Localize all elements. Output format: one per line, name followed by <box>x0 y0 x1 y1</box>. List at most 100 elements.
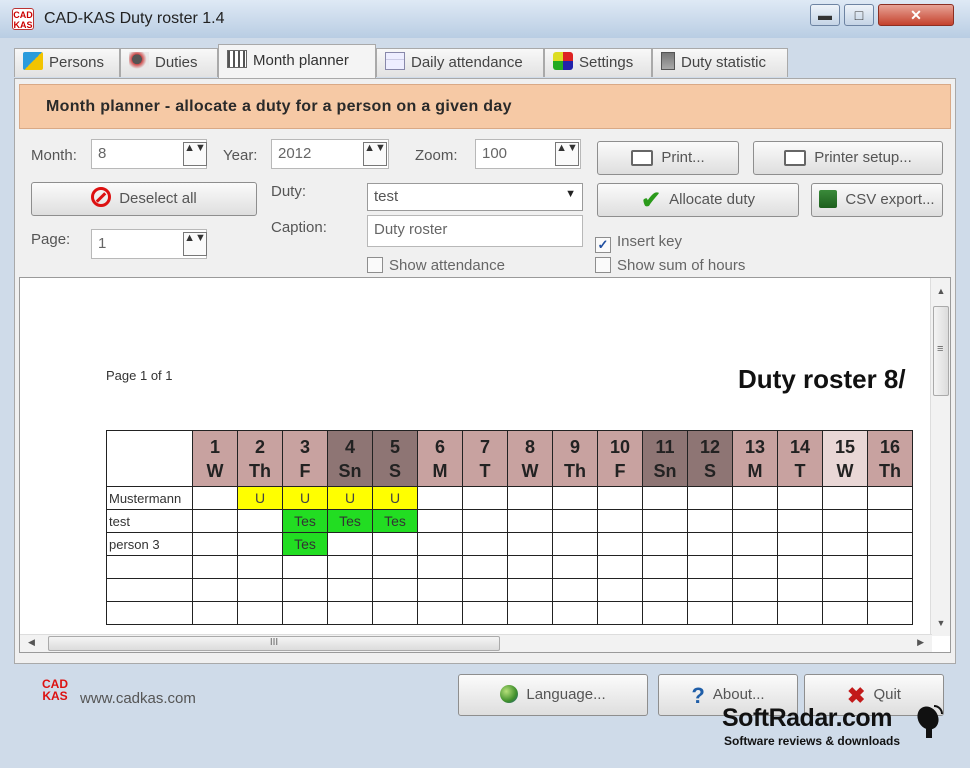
duty-cell[interactable]: Tes <box>282 532 328 556</box>
duty-cell[interactable] <box>732 578 778 602</box>
duty-cell[interactable] <box>777 555 823 579</box>
duty-cell[interactable] <box>462 555 508 579</box>
duty-cell[interactable] <box>417 509 463 533</box>
roster-preview[interactable]: Page 1 of 1 Duty roster 8/ 1 W 2 Th 3 F 4 Sn 5 S 6… <box>19 277 951 653</box>
duty-cell[interactable]: U <box>372 486 418 510</box>
show-sum-of-hours-checkbox[interactable]: Show sum of hours <box>595 257 745 274</box>
duty-cell[interactable] <box>867 532 913 556</box>
duty-cell[interactable] <box>597 532 643 556</box>
duty-cell[interactable] <box>237 532 283 556</box>
tab-duties[interactable]: Duties <box>120 48 218 77</box>
printer-setup-button[interactable]: Printer setup... <box>753 141 943 175</box>
duty-cell[interactable] <box>642 486 688 510</box>
duty-cell[interactable] <box>642 532 688 556</box>
duty-cell[interactable] <box>687 555 733 579</box>
duty-cell[interactable] <box>777 601 823 625</box>
duty-cell[interactable] <box>552 532 598 556</box>
tab-month-planner[interactable]: Month planner <box>218 44 376 78</box>
duty-cell[interactable] <box>192 578 238 602</box>
duty-cell[interactable]: Tes <box>282 509 328 533</box>
duty-cell[interactable] <box>687 509 733 533</box>
website-link[interactable]: www.cadkas.com <box>80 690 196 707</box>
duty-cell[interactable]: U <box>282 486 328 510</box>
duty-cell[interactable] <box>867 578 913 602</box>
vertical-scroll-thumb[interactable]: ≡ <box>933 306 949 396</box>
duty-cell[interactable] <box>327 555 373 579</box>
duty-cell[interactable] <box>642 578 688 602</box>
duty-cell[interactable]: U <box>327 486 373 510</box>
duty-cell[interactable] <box>867 509 913 533</box>
duty-cell[interactable] <box>822 509 868 533</box>
minimize-button[interactable]: ▬ <box>810 4 840 26</box>
duty-cell[interactable] <box>552 509 598 533</box>
duty-cell[interactable] <box>327 601 373 625</box>
duty-cell[interactable] <box>642 601 688 625</box>
duty-cell[interactable] <box>642 509 688 533</box>
duty-cell[interactable] <box>687 578 733 602</box>
duty-cell[interactable] <box>597 509 643 533</box>
duty-cell[interactable] <box>732 486 778 510</box>
duty-cell[interactable] <box>507 532 553 556</box>
duty-cell[interactable] <box>237 601 283 625</box>
deselect-all-button[interactable]: Deselect all <box>31 182 257 216</box>
duty-cell[interactable] <box>237 578 283 602</box>
duty-cell[interactable] <box>462 486 508 510</box>
duty-cell[interactable] <box>282 578 328 602</box>
person-name-cell[interactable] <box>106 555 193 579</box>
duty-cell[interactable] <box>597 555 643 579</box>
month-spin-button[interactable]: ▲▼ <box>183 142 207 166</box>
duty-cell[interactable] <box>777 532 823 556</box>
year-spin-button[interactable]: ▲▼ <box>363 142 387 166</box>
duty-cell[interactable] <box>372 578 418 602</box>
duty-cell[interactable]: Tes <box>327 509 373 533</box>
duty-cell[interactable] <box>777 509 823 533</box>
duty-cell[interactable] <box>507 509 553 533</box>
duty-cell[interactable] <box>327 578 373 602</box>
duty-cell[interactable] <box>417 486 463 510</box>
allocate-duty-button[interactable]: ✔ Allocate duty <box>597 183 799 217</box>
horizontal-scrollbar[interactable]: ◀ III ▶ <box>20 634 932 652</box>
duty-cell[interactable]: Tes <box>372 509 418 533</box>
duty-cell[interactable] <box>687 601 733 625</box>
person-name-cell[interactable] <box>106 601 193 625</box>
duty-cell[interactable] <box>507 601 553 625</box>
duty-cell[interactable] <box>822 532 868 556</box>
duty-cell[interactable] <box>327 532 373 556</box>
duty-cell[interactable] <box>552 601 598 625</box>
duty-cell[interactable] <box>462 532 508 556</box>
person-name-cell[interactable]: Mustermann <box>106 486 193 510</box>
duty-cell[interactable] <box>417 532 463 556</box>
duty-cell[interactable] <box>192 509 238 533</box>
duty-select[interactable]: test ▼ <box>367 183 583 211</box>
duty-cell[interactable] <box>192 486 238 510</box>
duty-cell[interactable] <box>597 601 643 625</box>
duty-cell[interactable] <box>777 578 823 602</box>
duty-cell[interactable] <box>237 555 283 579</box>
print-button[interactable]: Print... <box>597 141 739 175</box>
duty-cell[interactable] <box>687 486 733 510</box>
person-name-cell[interactable]: person 3 <box>106 532 193 556</box>
duty-cell[interactable] <box>552 555 598 579</box>
duty-cell[interactable] <box>507 578 553 602</box>
duty-cell[interactable] <box>822 486 868 510</box>
duty-cell[interactable] <box>822 601 868 625</box>
duty-cell[interactable] <box>642 555 688 579</box>
tab-persons[interactable]: Persons <box>14 48 120 77</box>
duty-cell[interactable] <box>732 532 778 556</box>
duty-cell[interactable] <box>507 555 553 579</box>
duty-cell[interactable] <box>192 601 238 625</box>
duty-cell[interactable] <box>732 509 778 533</box>
duty-cell[interactable]: U <box>237 486 283 510</box>
person-name-cell[interactable] <box>106 578 193 602</box>
duty-cell[interactable] <box>507 486 553 510</box>
show-attendance-checkbox[interactable]: Show attendance <box>367 257 505 274</box>
page-spin-button[interactable]: ▲▼ <box>183 232 207 256</box>
duty-cell[interactable] <box>867 555 913 579</box>
duty-cell[interactable] <box>687 532 733 556</box>
duty-cell[interactable] <box>417 555 463 579</box>
duty-cell[interactable] <box>417 601 463 625</box>
person-name-cell[interactable]: test <box>106 509 193 533</box>
duty-cell[interactable] <box>822 555 868 579</box>
duty-cell[interactable] <box>372 555 418 579</box>
scroll-right-icon[interactable]: ▶ <box>917 637 924 648</box>
